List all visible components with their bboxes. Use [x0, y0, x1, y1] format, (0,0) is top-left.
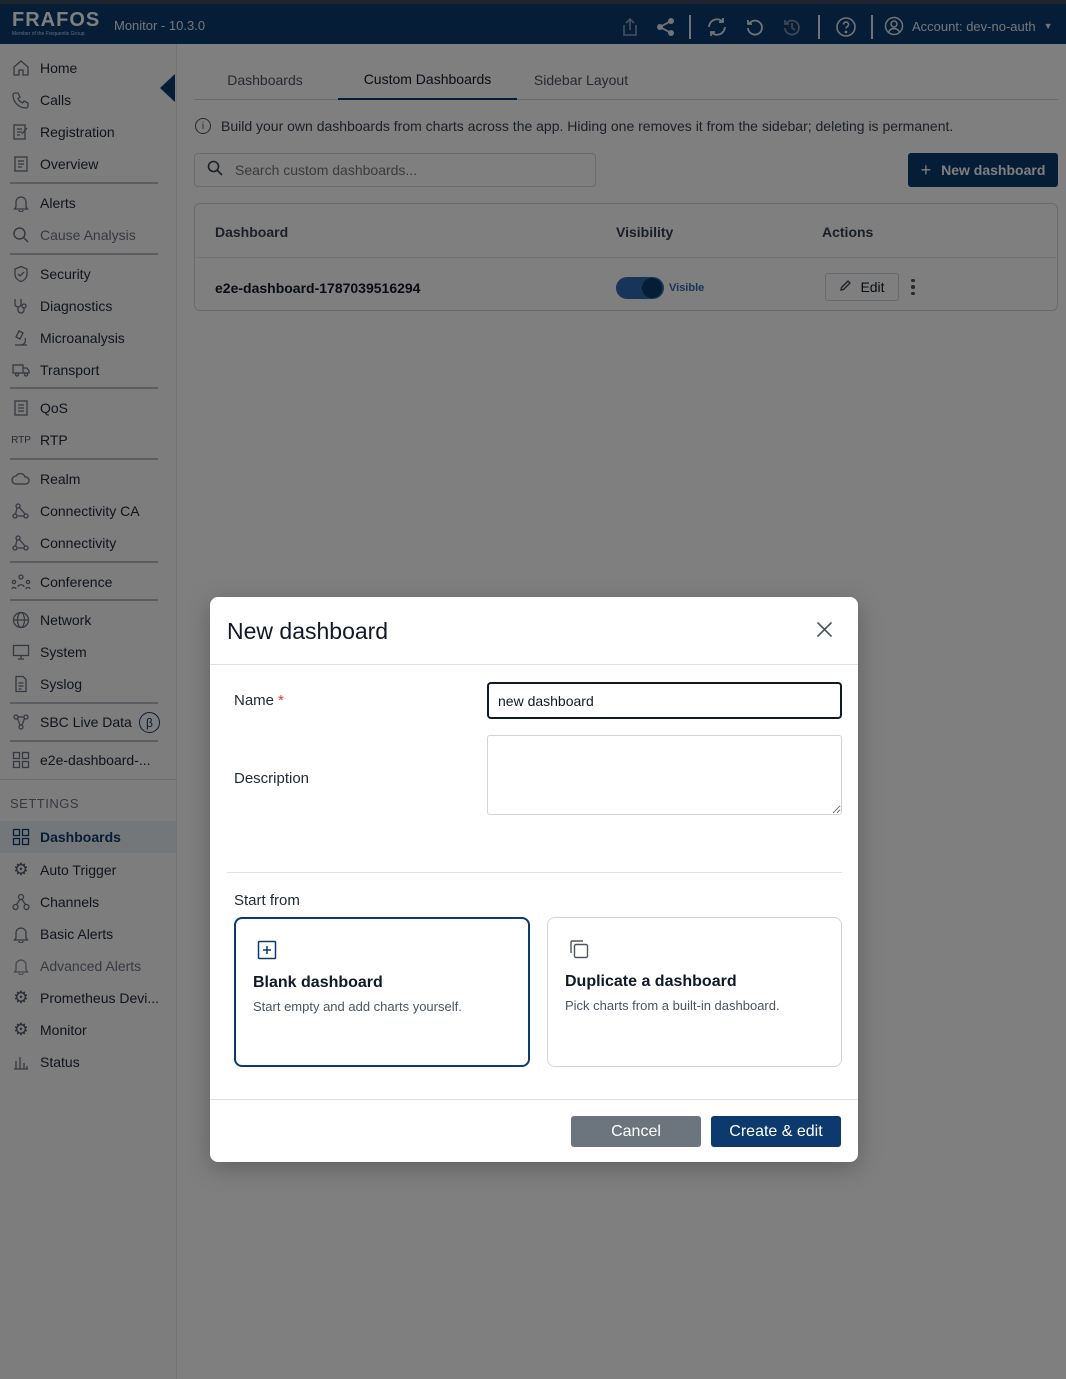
description-textarea[interactable] [487, 735, 842, 815]
modal-footer: Cancel Create & edit [210, 1099, 858, 1162]
modal-header: New dashboard [210, 597, 858, 665]
new-dashboard-modal: New dashboard Name* Description Start fr… [210, 597, 858, 1162]
create-and-edit-button[interactable]: Create & edit [711, 1116, 841, 1147]
add-square-icon [256, 939, 278, 961]
description-field-label: Description [234, 770, 310, 787]
cancel-button[interactable]: Cancel [571, 1116, 701, 1147]
duplicate-dashboard-option[interactable]: Duplicate a dashboard Pick charts from a… [547, 917, 842, 1067]
blank-dashboard-option[interactable]: Blank dashboard Start empty and add char… [234, 917, 530, 1067]
start-from-label: Start from [234, 892, 300, 909]
option-description: Start empty and add charts yourself. [253, 999, 462, 1014]
option-description: Pick charts from a built-in dashboard. [565, 998, 780, 1013]
name-input[interactable] [487, 682, 842, 719]
name-label-text: Name [234, 692, 275, 709]
modal-title: New dashboard [227, 618, 389, 644]
required-asterisk: * [278, 692, 284, 709]
copy-icon [568, 938, 590, 960]
close-icon[interactable] [812, 617, 836, 641]
modal-divider [227, 872, 842, 873]
option-title: Blank dashboard [253, 974, 383, 991]
name-field-label: Name * [234, 692, 284, 709]
option-title: Duplicate a dashboard [565, 973, 737, 990]
